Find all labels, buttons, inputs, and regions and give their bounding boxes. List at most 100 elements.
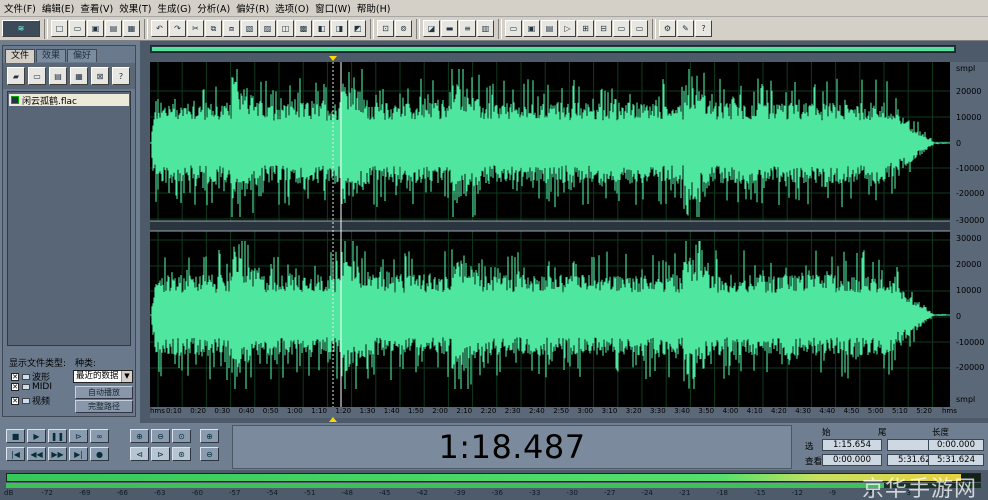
record-icon[interactable]: ⊚ — [395, 20, 412, 37]
checkbox-box[interactable]: ✕ — [11, 396, 19, 405]
zoom-out-vertical-icon[interactable]: ⊖ — [200, 447, 219, 461]
loop-button[interactable]: ∞ — [90, 429, 109, 443]
menu-item-5[interactable]: 分析(A) — [195, 1, 234, 15]
zoom-out-horizontal-icon[interactable]: ⊖ — [151, 429, 170, 443]
snap-icon[interactable]: ⊞ — [577, 20, 594, 37]
window-icon[interactable]: ▭ — [505, 20, 522, 37]
zoom-to-right-icon[interactable]: ⊳ — [151, 447, 170, 461]
selection-begin-field[interactable]: 1:15.654 — [822, 439, 882, 451]
menu-item-2[interactable]: 查看(V) — [78, 1, 117, 15]
view-begin-field[interactable]: 0:00.000 — [822, 454, 882, 466]
go-to-start-button[interactable]: |◀ — [6, 447, 25, 461]
new-file-icon[interactable]: □ — [51, 20, 68, 37]
waveform-svg[interactable] — [150, 62, 950, 408]
full-path-button[interactable]: 完整路径 — [75, 400, 133, 413]
mix-paste-icon[interactable]: ◫ — [277, 20, 294, 37]
preview-icon[interactable]: ⊠ — [91, 67, 109, 85]
copy-new-icon[interactable]: ⧈ — [223, 20, 240, 37]
zoom-full-icon[interactable]: ⊙ — [172, 429, 191, 443]
open-folder-icon[interactable]: ▰ — [7, 67, 25, 85]
grid-icon[interactable]: ⊟ — [595, 20, 612, 37]
properties-icon[interactable]: ▦ — [123, 20, 140, 37]
redo-icon[interactable]: ↷ — [169, 20, 186, 37]
menu-item-7[interactable]: 选项(O) — [273, 1, 313, 15]
trim-icon[interactable]: ▩ — [295, 20, 312, 37]
cd-view-icon[interactable]: ▥ — [477, 20, 494, 37]
tab-effects[interactable]: 效果 — [36, 49, 67, 62]
meter-tick: -33 — [529, 489, 541, 497]
loop-icon[interactable]: ▷ — [559, 20, 576, 37]
overview-bar[interactable] — [150, 45, 956, 53]
view-length-field[interactable]: 5:31.624 — [928, 454, 984, 466]
time-tick: 1:50 — [408, 407, 424, 415]
meter-tick: -18 — [716, 489, 728, 497]
close-file-icon[interactable]: ▤ — [49, 67, 67, 85]
amplitude-tick: 20000 — [956, 260, 982, 269]
undo-icon[interactable]: ↶ — [151, 20, 168, 37]
autoplay-button[interactable]: 自动播放 — [75, 386, 133, 399]
selection-length-field[interactable]: 0:00.000 — [928, 439, 984, 451]
multitrack-icon[interactable]: ≡ — [459, 20, 476, 37]
zoom-to-left-icon[interactable]: ⊲ — [130, 447, 149, 461]
markers-icon[interactable]: ▭ — [613, 20, 630, 37]
menu-item-0[interactable]: 文件(F) — [2, 1, 40, 15]
paste-new-icon[interactable]: ▨ — [259, 20, 276, 37]
chevron-down-icon[interactable]: ▼ — [121, 371, 132, 382]
playhead-marker-bottom[interactable] — [329, 417, 337, 422]
fast-forward-button[interactable]: ▶▶ — [48, 447, 67, 461]
organizer-help-icon[interactable]: ? — [112, 67, 130, 85]
copy-icon[interactable]: ⧉ — [205, 20, 222, 37]
file-list-item[interactable]: 闲云孤鹤.flac — [9, 94, 129, 107]
playhead-marker-top[interactable] — [329, 56, 337, 61]
waveform-display[interactable] — [150, 62, 950, 408]
tab-favorites[interactable]: 偏好 — [67, 49, 98, 62]
zoom-selection-icon[interactable]: ⊛ — [172, 447, 191, 461]
help-icon[interactable]: ? — [695, 20, 712, 37]
time-tick: 2:00 — [432, 407, 448, 415]
mode-switch-button[interactable]: ≋ — [2, 20, 40, 37]
tab-files[interactable]: 文件 — [5, 49, 36, 63]
window3-icon[interactable]: ▤ — [541, 20, 558, 37]
zoom-in-horizontal-icon[interactable]: ⊕ — [130, 429, 149, 443]
pause-button[interactable]: ❚❚ — [48, 429, 67, 443]
transport-controls: ■ ▶ ❚❚ ⊳ ∞ |◀ ◀◀ ▶▶ ▶| ● — [6, 427, 116, 467]
find-icon[interactable]: ◩ — [349, 20, 366, 37]
go-to-end-button[interactable]: ▶| — [69, 447, 88, 461]
play-button[interactable]: ▶ — [27, 429, 46, 443]
menu-item-9[interactable]: 帮助(H) — [355, 1, 395, 15]
menu-item-8[interactable]: 窗口(W) — [313, 1, 355, 15]
checkbox-label: 视频 — [32, 397, 51, 407]
level-fill-right — [6, 483, 884, 488]
checkbox-video[interactable]: ✕ 视频 — [11, 394, 50, 407]
settings-icon[interactable]: ⚙ — [659, 20, 676, 37]
menu-item-6[interactable]: 偏好(R) — [234, 1, 273, 15]
regions-icon[interactable]: ▭ — [631, 20, 648, 37]
options-icon[interactable]: ✎ — [677, 20, 694, 37]
checkbox-box[interactable]: ✕ — [11, 372, 19, 381]
zoom-in-vertical-icon[interactable]: ⊕ — [200, 429, 219, 443]
checkbox-box[interactable]: ✕ — [11, 383, 19, 391]
checkbox-midi[interactable]: ✕ MIDI — [11, 382, 52, 392]
mark-icon[interactable]: ◧ — [313, 20, 330, 37]
open-file-icon[interactable]: ▭ — [69, 20, 86, 37]
import-icon[interactable]: ▭ — [28, 67, 46, 85]
overview-range[interactable] — [152, 47, 954, 51]
save-file-icon[interactable]: ▣ — [87, 20, 104, 37]
window2-icon[interactable]: ▣ — [523, 20, 540, 37]
save-all-icon[interactable]: ▤ — [105, 20, 122, 37]
record-button[interactable]: ● — [90, 447, 109, 461]
spectral-view-icon[interactable]: ◪ — [423, 20, 440, 37]
stop-button[interactable]: ■ — [6, 429, 25, 443]
play-to-end-button[interactable]: ⊳ — [69, 429, 88, 443]
waveform-view-icon[interactable]: ▬ — [441, 20, 458, 37]
kind-select[interactable]: 最近的数据 ▼ — [73, 370, 133, 383]
file-list-icon[interactable]: ▦ — [70, 67, 88, 85]
rewind-button[interactable]: ◀◀ — [27, 447, 46, 461]
edit-icon[interactable]: ◨ — [331, 20, 348, 37]
menu-item-1[interactable]: 编辑(E) — [40, 1, 78, 15]
paste-icon[interactable]: ▧ — [241, 20, 258, 37]
effects-icon[interactable]: ⊡ — [377, 20, 394, 37]
menu-item-4[interactable]: 生成(G) — [155, 1, 195, 15]
menu-item-3[interactable]: 效果(T) — [117, 1, 155, 15]
cut-icon[interactable]: ✂ — [187, 20, 204, 37]
